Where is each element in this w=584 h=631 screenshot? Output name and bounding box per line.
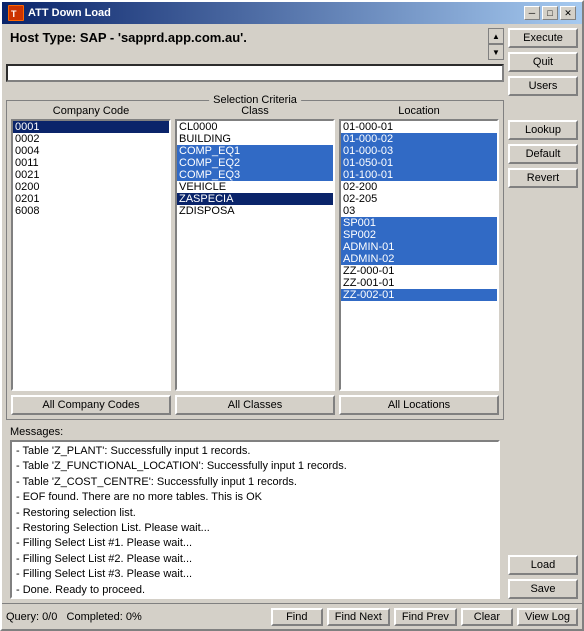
class-listbox[interactable]: CL0000BUILDINGCOMP_EQ1COMP_EQ2COMP_EQ3VE…: [175, 119, 335, 391]
title-bar-left: T ATT Down Load: [8, 5, 111, 21]
list-item[interactable]: 01-000-01: [341, 121, 497, 133]
all-classes-button[interactable]: All Classes: [175, 395, 335, 415]
list-item[interactable]: 01-100-01: [341, 169, 497, 181]
save-button[interactable]: Save: [508, 579, 578, 599]
company-code-header: Company Code: [11, 105, 171, 117]
list-item[interactable]: CL0000: [177, 121, 333, 133]
list-item[interactable]: 01-000-02: [341, 133, 497, 145]
all-company-codes-button[interactable]: All Company Codes: [11, 395, 171, 415]
execute-button[interactable]: Execute: [508, 28, 578, 48]
list-item[interactable]: SP002: [341, 229, 497, 241]
find-prev-button[interactable]: Find Prev: [394, 608, 457, 626]
list-item[interactable]: BUILDING: [177, 133, 333, 145]
list-item[interactable]: 02-205: [341, 193, 497, 205]
list-item[interactable]: 0011: [13, 157, 169, 169]
message-line: - Filling Select List #2. Please wait...: [16, 552, 494, 567]
selection-legend: Selection Criteria: [209, 94, 301, 106]
maximize-button[interactable]: □: [542, 6, 558, 20]
messages-area: Messages: - Table 'Z_PLANT': Successfull…: [6, 424, 504, 599]
quit-button[interactable]: Quit: [508, 52, 578, 72]
list-item[interactable]: 0001: [13, 121, 169, 133]
main-window: T ATT Down Load ─ □ ✕ Host Type: SAP - '…: [0, 0, 584, 631]
all-locations-button[interactable]: All Locations: [339, 395, 499, 415]
location-column: Location 01-000-0101-000-0201-000-0301-0…: [339, 105, 499, 391]
lookup-button[interactable]: Lookup: [508, 120, 578, 140]
message-line: - Restoring Selection List. Please wait.…: [16, 521, 494, 536]
close-button[interactable]: ✕: [560, 6, 576, 20]
default-button[interactable]: Default: [508, 144, 578, 164]
all-buttons-row: All Company Codes All Classes All Locati…: [11, 395, 499, 415]
right-side-buttons: Lookup Default Revert Load Save: [508, 100, 578, 599]
message-line: - Table 'Z_COST_CENTRE': Successfully in…: [16, 475, 494, 490]
list-item[interactable]: COMP_EQ2: [177, 157, 333, 169]
revert-button[interactable]: Revert: [508, 168, 578, 188]
list-item[interactable]: SP001: [341, 217, 497, 229]
company-code-column: Company Code 000100020004001100210200020…: [11, 105, 171, 391]
svg-text:T: T: [11, 9, 17, 19]
selection-criteria-group: Selection Criteria Company Code 00010002…: [6, 100, 504, 420]
window-title: ATT Down Load: [28, 7, 111, 19]
find-button[interactable]: Find: [271, 608, 323, 626]
list-item[interactable]: ADMIN-01: [341, 241, 497, 253]
list-item[interactable]: 6008: [13, 205, 169, 217]
scroll-down-button[interactable]: ▼: [488, 44, 504, 60]
minimize-button[interactable]: ─: [524, 6, 540, 20]
company-code-listbox[interactable]: 00010002000400110021020002016008: [11, 119, 171, 391]
message-line: - Table 'Z_FUNCTIONAL_LOCATION': Success…: [16, 459, 494, 474]
title-bar-controls: ─ □ ✕: [524, 6, 576, 20]
title-bar: T ATT Down Load ─ □ ✕: [2, 2, 582, 24]
location-header: Location: [339, 105, 499, 117]
message-line: - Filling Select List #1. Please wait...: [16, 536, 494, 551]
list-item[interactable]: 02-200: [341, 181, 497, 193]
host-label: Host Type: SAP - 'sapprd.app.com.au'.: [6, 28, 488, 47]
list-item[interactable]: ZZ-000-01: [341, 265, 497, 277]
message-line: - Done. Ready to proceed.: [16, 583, 494, 598]
messages-label: Messages:: [6, 424, 504, 440]
list-item[interactable]: 0002: [13, 133, 169, 145]
find-next-button[interactable]: Find Next: [327, 608, 390, 626]
clear-button[interactable]: Clear: [461, 608, 513, 626]
query-status: Query: 0/0 Completed: 0%: [6, 611, 267, 623]
load-button[interactable]: Load: [508, 555, 578, 575]
address-bar[interactable]: [6, 64, 504, 82]
list-item[interactable]: ZZ-002-01: [341, 289, 497, 301]
list-item[interactable]: COMP_EQ1: [177, 145, 333, 157]
location-listbox[interactable]: 01-000-0101-000-0201-000-0301-050-0101-1…: [339, 119, 499, 391]
app-icon: T: [8, 5, 24, 21]
scroll-up-button[interactable]: ▲: [488, 28, 504, 44]
list-item[interactable]: 0004: [13, 145, 169, 157]
message-line: - EOF found. There are no more tables. T…: [16, 490, 494, 505]
list-item[interactable]: 0200: [13, 181, 169, 193]
messages-box[interactable]: - Table 'Z_PLANT': Successfully input 1 …: [10, 440, 500, 599]
list-item[interactable]: 03: [341, 205, 497, 217]
list-item[interactable]: 0201: [13, 193, 169, 205]
list-item[interactable]: ZDISPOSA: [177, 205, 333, 217]
list-item[interactable]: 0021: [13, 169, 169, 181]
class-header: Class: [175, 105, 335, 117]
list-item[interactable]: COMP_EQ3: [177, 169, 333, 181]
list-item[interactable]: VEHICLE: [177, 181, 333, 193]
message-line: - Filling Select List #3. Please wait...: [16, 567, 494, 582]
list-item[interactable]: 01-050-01: [341, 157, 497, 169]
list-item[interactable]: 01-000-03: [341, 145, 497, 157]
view-log-button[interactable]: View Log: [517, 608, 578, 626]
list-item[interactable]: ZASPECIA: [177, 193, 333, 205]
class-column: Class CL0000BUILDINGCOMP_EQ1COMP_EQ2COMP…: [175, 105, 335, 391]
message-line: - Restoring selection list.: [16, 506, 494, 521]
users-button[interactable]: Users: [508, 76, 578, 96]
list-item[interactable]: ADMIN-02: [341, 253, 497, 265]
list-item[interactable]: ZZ-001-01: [341, 277, 497, 289]
message-line: - Table 'Z_PLANT': Successfully input 1 …: [16, 444, 494, 459]
status-bar: Query: 0/0 Completed: 0% Find Find Next …: [2, 603, 582, 629]
